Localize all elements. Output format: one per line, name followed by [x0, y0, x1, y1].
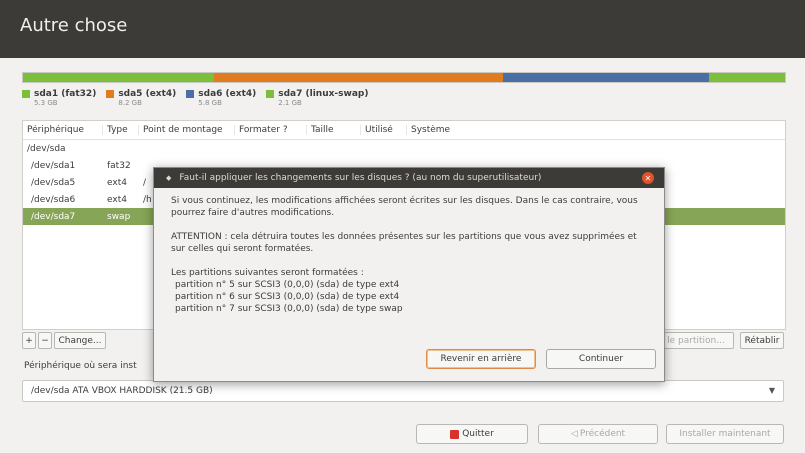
legend-item: sda6 (ext4) 5.8 GB: [186, 89, 256, 107]
column-header[interactable]: Formater ?: [235, 125, 307, 135]
row-type: ext4: [107, 177, 127, 188]
legend-item: sda7 (linux-swap) 2.1 GB: [266, 89, 368, 107]
column-header[interactable]: Point de montage: [139, 125, 235, 135]
restore-button[interactable]: Rétablir: [740, 332, 784, 349]
legend-size: 5.3 GB: [34, 99, 58, 107]
dialog-titlebar: ◆ Faut-il appliquer les changements sur …: [154, 168, 664, 188]
row-type: fat32: [107, 160, 131, 171]
window-header: Autre chose: [0, 0, 805, 58]
row-device: /dev/sda6: [31, 194, 76, 205]
new-partition-table-button[interactable]: le partition...: [658, 332, 734, 349]
row-type: swap: [107, 211, 131, 222]
legend-swatch: [22, 90, 30, 98]
table-toolbar: + − Change...: [22, 332, 108, 349]
add-partition-button[interactable]: +: [22, 332, 36, 349]
disk-legend: sda1 (fat32) 5.3 GB sda5 (ext4) 8.2 GB s…: [22, 89, 378, 107]
page-title: Autre chose: [20, 15, 128, 36]
column-header[interactable]: Système: [407, 125, 487, 135]
dialog-list-item: partition n° 5 sur SCSI3 (0,0,0) (sda) d…: [175, 280, 400, 290]
dialog-warning: ATTENTION : cela détruira toutes les don…: [171, 232, 637, 254]
install-now-button[interactable]: Installer maintenant: [666, 424, 784, 444]
dialog-list-item: partition n° 7 sur SCSI3 (0,0,0) (sda) d…: [175, 304, 403, 314]
legend-item: sda5 (ext4) 8.2 GB: [106, 89, 176, 107]
legend-item: sda1 (fat32) 5.3 GB: [22, 89, 96, 107]
quit-icon: [450, 429, 460, 439]
legend-size: 8.2 GB: [118, 99, 142, 107]
dialog-list-item: partition n° 6 sur SCSI3 (0,0,0) (sda) d…: [175, 292, 400, 302]
dialog-body: Si vous continuez, les modifications aff…: [154, 188, 664, 315]
disk-segment-sda5: [213, 73, 504, 82]
dialog-paragraph: Si vous continuez, les modifications aff…: [171, 196, 638, 218]
column-header[interactable]: Taille: [307, 125, 361, 135]
table-row[interactable]: /dev/sda: [23, 140, 785, 157]
column-header[interactable]: Type: [103, 125, 139, 135]
disk-usage-bar: [22, 72, 786, 83]
quit-button[interactable]: Quitter: [416, 424, 528, 444]
dialog-list-title: Les partitions suivantes seront formatée…: [171, 268, 364, 278]
disk-segment-sda7: [708, 73, 785, 82]
row-device: /dev/sda5: [31, 177, 76, 188]
legend-name: sda1 (fat32): [34, 89, 97, 99]
remove-partition-button[interactable]: −: [38, 332, 52, 349]
column-header[interactable]: Périphérique: [23, 125, 103, 135]
previous-label: Précédent: [579, 429, 626, 439]
legend-swatch: [266, 90, 275, 98]
row-device: /dev/sda7: [31, 211, 76, 222]
row-device: /dev/sda1: [31, 160, 76, 171]
quit-label: Quitter: [462, 429, 494, 439]
bootloader-device-select[interactable]: /dev/sda ATA VBOX HARDDISK (21.5 GB) ▼: [22, 380, 784, 402]
disk-segment-sda1: [23, 73, 214, 82]
previous-icon: ◁: [570, 429, 578, 439]
legend-name: sda5 (ext4): [118, 89, 177, 99]
bootloader-device-value: /dev/sda ATA VBOX HARDDISK (21.5 GB): [31, 386, 213, 396]
close-icon[interactable]: ✕: [642, 172, 654, 184]
confirm-dialog: ◆ Faut-il appliquer les changements sur …: [153, 167, 665, 382]
column-header[interactable]: Utilisé: [361, 125, 407, 135]
legend-size: 2.1 GB: [278, 99, 302, 107]
change-partition-button[interactable]: Change...: [54, 332, 106, 349]
legend-name: sda7 (linux-swap): [278, 89, 369, 99]
continue-button[interactable]: Continuer: [546, 349, 656, 369]
legend-name: sda6 (ext4): [198, 89, 257, 99]
legend-swatch: [186, 90, 195, 98]
previous-button[interactable]: ◁ Précédent: [538, 424, 658, 444]
row-device: /dev/sda: [27, 143, 66, 154]
bootloader-label: Périphérique où sera inst: [24, 361, 137, 371]
disk-segment-sda6: [503, 73, 709, 82]
table-header: Périphérique Type Point de montage Forma…: [23, 121, 785, 140]
back-button[interactable]: Revenir en arrière: [426, 349, 536, 369]
dropdown-arrow-icon: ▼: [768, 386, 775, 395]
dialog-title: Faut-il appliquer les changements sur le…: [179, 173, 542, 183]
row-type: ext4: [107, 194, 127, 205]
legend-swatch: [106, 90, 115, 98]
legend-size: 5.8 GB: [198, 99, 222, 107]
dialog-menu-icon: ◆: [166, 174, 172, 182]
